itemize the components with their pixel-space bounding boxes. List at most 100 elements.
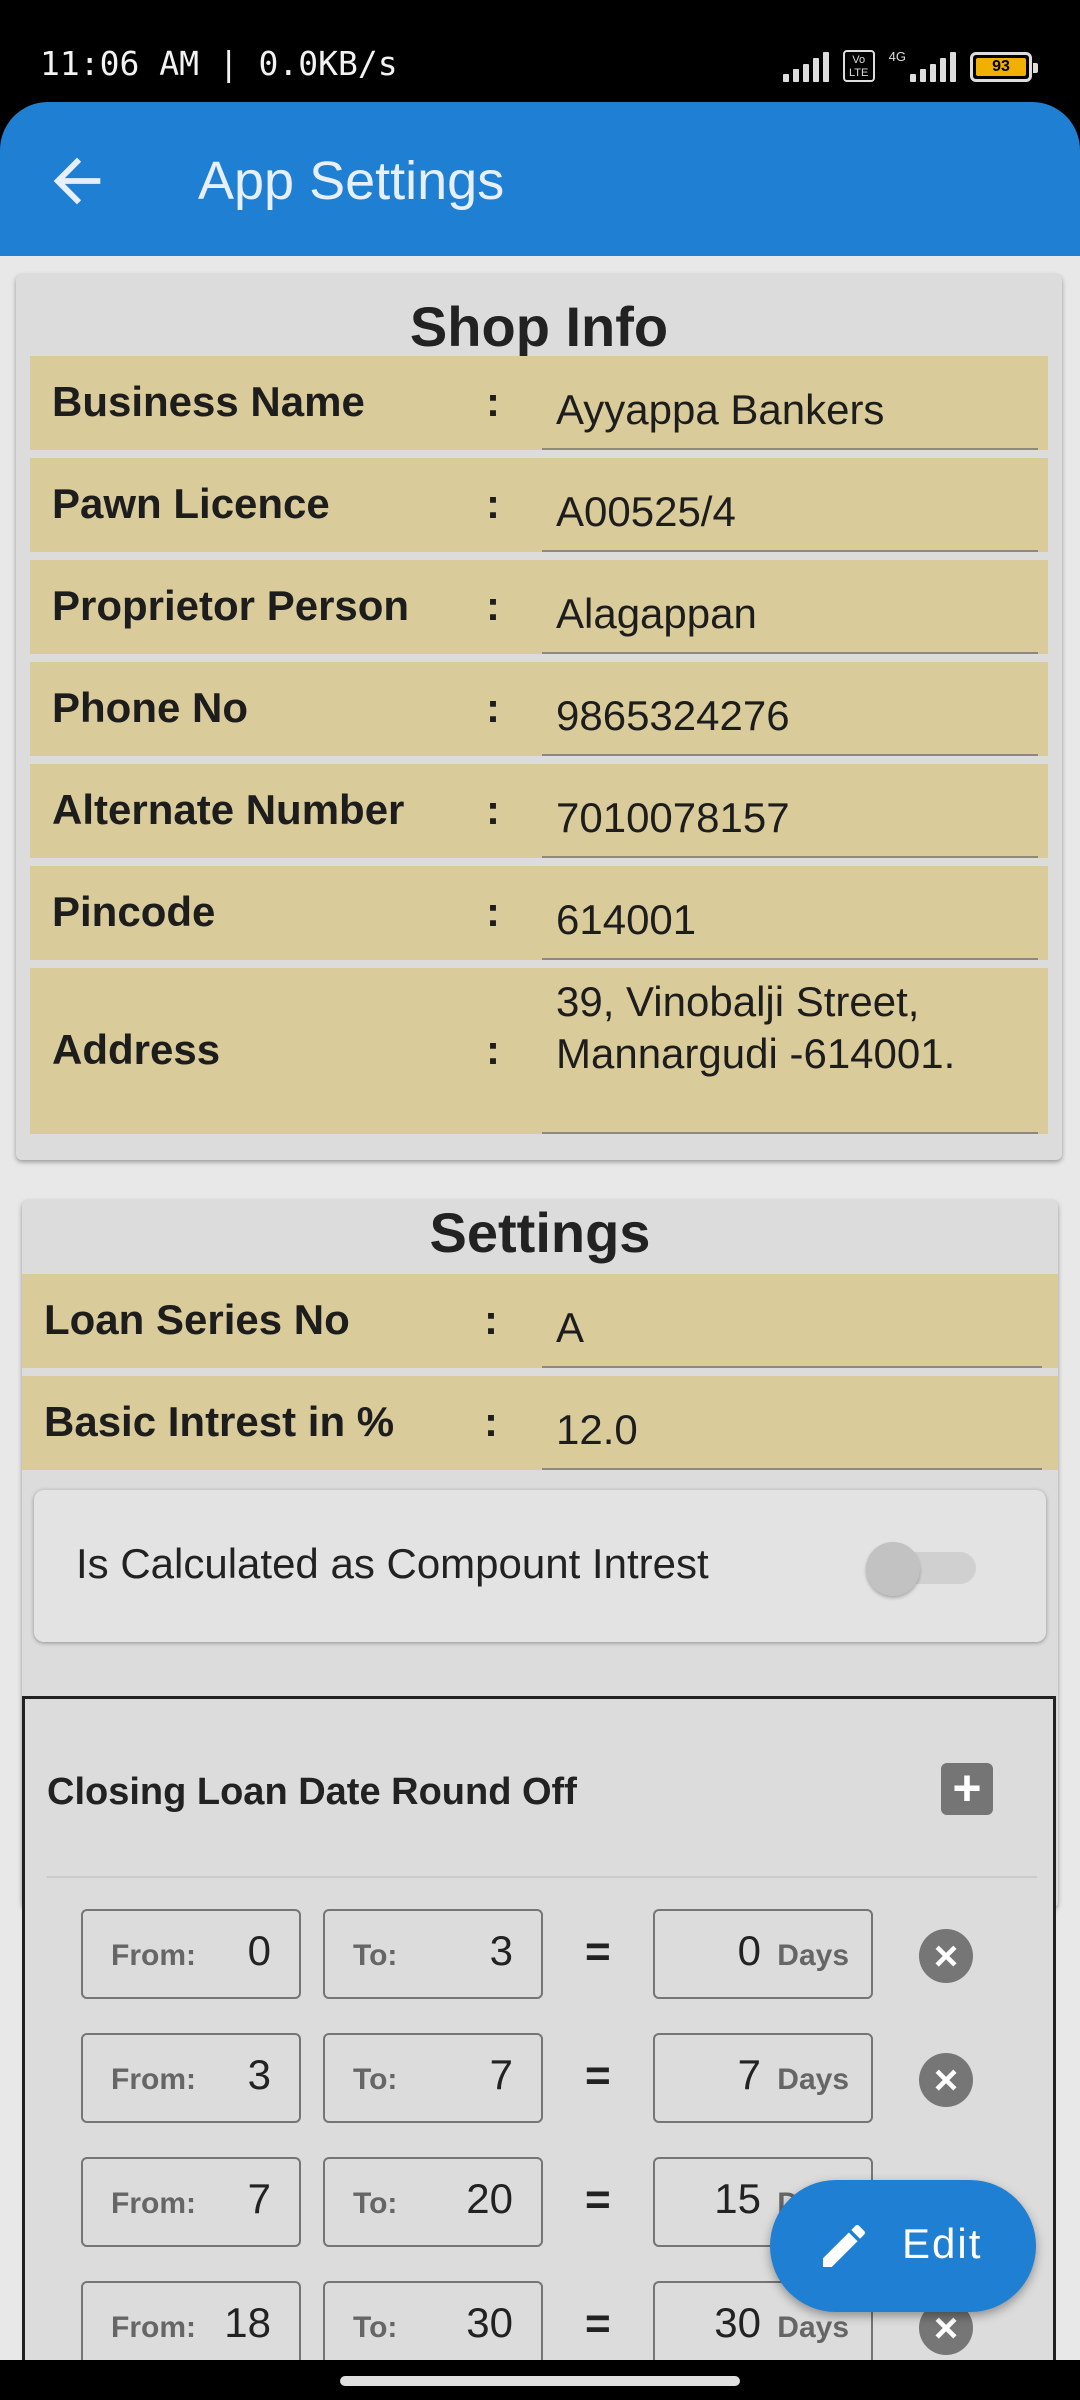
status-time: 11:06 AM | 0.0KB/s [40, 44, 398, 83]
network-type: 4G [888, 49, 906, 64]
loan-series-field[interactable]: A [556, 1302, 584, 1354]
days-field[interactable]: 0 Days [653, 1909, 873, 1999]
business-name-label: Business Name [52, 378, 365, 425]
address-line-2: Mannargudi -614001. [556, 1030, 956, 1077]
field-underline [542, 1132, 1038, 1134]
from-field[interactable]: From: 7 [81, 2157, 301, 2247]
basic-interest-field[interactable]: 12.0 [556, 1404, 638, 1456]
field-underline [542, 754, 1038, 756]
to-value: 20 [466, 2175, 513, 2222]
signal-icon-2 [910, 52, 956, 82]
round-off-title: Closing Loan Date Round Off [47, 1771, 577, 1813]
equals-sign: = [585, 1927, 611, 1976]
page-title: App Settings [198, 151, 505, 211]
battery-level: 93 [976, 58, 1026, 76]
basic-interest-row: Basic Intrest in % : 12.0 [22, 1376, 1058, 1470]
pincode-label: Pincode [52, 888, 216, 935]
equals-sign: = [585, 2299, 611, 2348]
field-underline [542, 856, 1038, 858]
pincode-field[interactable]: 614001 [556, 894, 696, 946]
signal-icon [782, 52, 829, 82]
back-button[interactable] [42, 146, 112, 216]
equals-sign: = [585, 2051, 611, 2100]
remove-range-button[interactable]: × [919, 2053, 973, 2107]
field-underline [542, 1468, 1042, 1470]
from-value: 3 [247, 2051, 271, 2098]
field-underline [542, 958, 1038, 960]
loan-series-row: Loan Series No : A [22, 1274, 1058, 1368]
remove-range-button[interactable]: × [919, 1929, 973, 1983]
alternate-number-label: Alternate Number [52, 786, 405, 833]
colon: : [486, 1026, 500, 1073]
colon: : [484, 1398, 498, 1445]
home-handle[interactable] [340, 2376, 740, 2386]
to-label: To: [353, 1939, 398, 1972]
plus-icon: + [952, 1760, 982, 1816]
to-field[interactable]: To: 3 [323, 1909, 543, 1999]
to-label: To: [353, 2187, 398, 2220]
close-circle-icon: × [933, 1932, 959, 1979]
alternate-number-row: Alternate Number : 7010078157 [30, 764, 1048, 858]
edit-button[interactable]: Edit [770, 2180, 1036, 2312]
pawn-licence-row: Pawn Licence : A00525/4 [30, 458, 1048, 552]
days-label: Days [777, 2311, 849, 2344]
colon: : [486, 378, 500, 425]
divider [47, 1876, 1037, 1878]
from-field[interactable]: From: 0 [81, 1909, 301, 1999]
field-underline [542, 448, 1038, 450]
compound-interest-label: Is Calculated as Compount Intrest [76, 1540, 709, 1587]
days-value: 0 [737, 1927, 761, 1974]
colon: : [486, 582, 500, 629]
days-value: 15 [714, 2175, 761, 2222]
battery-icon: 93 [970, 52, 1038, 82]
days-value: 7 [737, 2051, 761, 2098]
colon: : [484, 1296, 498, 1343]
field-underline [542, 550, 1038, 552]
arrow-left-icon [53, 157, 101, 205]
to-field[interactable]: To: 30 [323, 2281, 543, 2360]
from-value: 18 [224, 2299, 271, 2346]
add-range-button[interactable]: + [941, 1763, 993, 1815]
from-value: 0 [247, 1927, 271, 1974]
proprietor-field[interactable]: Alagappan [556, 588, 757, 640]
colon: : [486, 480, 500, 527]
status-icons: Vo LTE 4G 93 [782, 46, 1038, 82]
days-field[interactable]: 7 Days [653, 2033, 873, 2123]
to-field[interactable]: To: 20 [323, 2157, 543, 2247]
field-underline [542, 1366, 1042, 1368]
pawn-licence-field[interactable]: A00525/4 [556, 486, 736, 538]
status-bar: 11:06 AM | 0.0KB/s Vo LTE 4G 93 [0, 0, 1080, 100]
address-row: Address : 39, Vinobalji Street, Mannargu… [30, 968, 1048, 1134]
from-field[interactable]: From: 3 [81, 2033, 301, 2123]
days-label: Days [777, 2063, 849, 2096]
compound-interest-switch[interactable] [866, 1542, 920, 1596]
to-field[interactable]: To: 7 [323, 2033, 543, 2123]
days-label: Days [777, 1939, 849, 1972]
from-value: 7 [247, 2175, 271, 2222]
proprietor-label: Proprietor Person [52, 582, 410, 629]
colon: : [486, 888, 500, 935]
phone-row: Phone No : 9865324276 [30, 662, 1048, 756]
settings-content[interactable]: Shop Info Business Name : Ayyappa Banker… [0, 256, 1080, 2360]
from-label: From: [111, 1939, 196, 1972]
to-value: 3 [489, 1927, 513, 1974]
address-label: Address [52, 1026, 221, 1073]
to-value: 7 [489, 2051, 513, 2098]
phone-label: Phone No [52, 684, 248, 731]
alternate-number-field[interactable]: 7010078157 [556, 792, 790, 844]
to-value: 30 [466, 2299, 513, 2346]
from-label: From: [111, 2063, 196, 2096]
from-field[interactable]: From: 18 [81, 2281, 301, 2360]
business-name-field[interactable]: Ayyappa Bankers [556, 384, 884, 436]
compound-interest-toggle-card[interactable]: Is Calculated as Compount Intrest [34, 1490, 1046, 1642]
pawn-licence-label: Pawn Licence [52, 480, 330, 527]
phone-field[interactable]: 9865324276 [556, 690, 790, 742]
equals-sign: = [585, 2175, 611, 2224]
field-underline [542, 652, 1038, 654]
volte-icon: Vo LTE [842, 50, 875, 82]
pincode-row: Pincode : 614001 [30, 866, 1048, 960]
address-field[interactable]: 39, Vinobalji Street, Mannargudi -614001… [556, 976, 955, 1080]
basic-interest-label: Basic Intrest in % [44, 1398, 395, 1445]
proprietor-row: Proprietor Person : Alagappan [30, 560, 1048, 654]
to-label: To: [353, 2311, 398, 2344]
